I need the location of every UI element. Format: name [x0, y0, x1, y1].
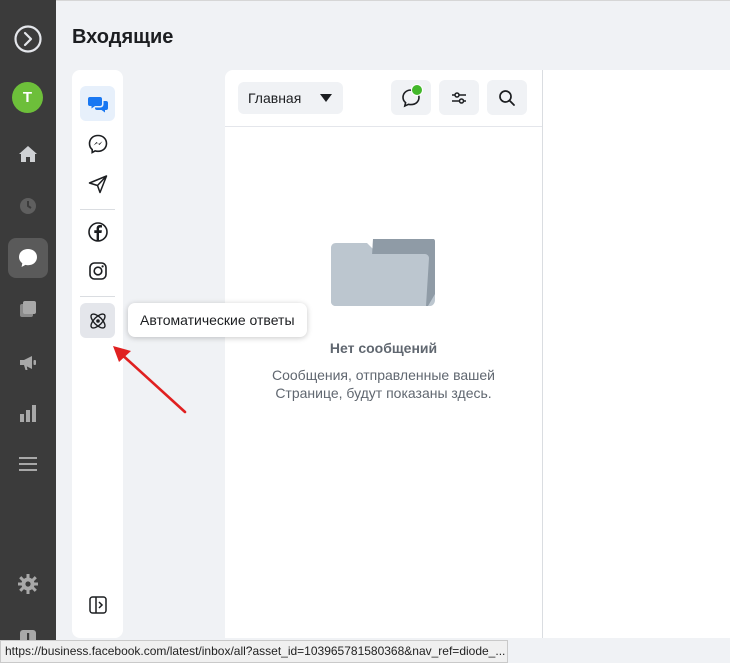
empty-state-line-2: Странице, будут показаны здесь.: [275, 385, 492, 401]
empty-state-description: Сообщения, отправленные вашей Странице, …: [225, 366, 542, 402]
insights-chart-icon[interactable]: [8, 393, 48, 433]
activity-clock-icon[interactable]: [8, 186, 48, 226]
empty-state-title: Нет сообщений: [329, 340, 438, 356]
automated-responses-icon[interactable]: [80, 303, 115, 338]
inbox-filter-dropdown[interactable]: Главная: [238, 82, 343, 114]
sliders-icon: [452, 91, 466, 104]
instagram-icon[interactable]: [80, 253, 115, 288]
empty-state-line-1: Сообщения, отправленные вашей: [272, 367, 495, 383]
dropdown-value: Главная: [248, 90, 302, 106]
settings-gear-icon[interactable]: [8, 564, 48, 604]
home-icon[interactable]: [8, 134, 48, 174]
left-nav-rail: T: [0, 0, 56, 663]
send-icon[interactable]: [80, 166, 115, 201]
annotation-arrow: [113, 346, 187, 414]
menu-icon[interactable]: [8, 444, 48, 484]
empty-folder-icon: [331, 239, 435, 306]
ads-megaphone-icon[interactable]: [8, 342, 48, 382]
meta-logo-icon[interactable]: [8, 19, 48, 59]
avatar[interactable]: T: [12, 82, 43, 113]
automated-responses-tooltip: Автоматические ответы: [128, 303, 307, 337]
search-button[interactable]: [487, 80, 527, 115]
messenger-icon[interactable]: [80, 126, 115, 161]
separator: [80, 209, 115, 210]
browser-status-url: https://business.facebook.com/latest/inb…: [0, 640, 508, 663]
top-border: [56, 0, 730, 1]
page-title: Входящие: [72, 26, 174, 48]
toolbar-divider: [225, 126, 542, 127]
content-pages-icon[interactable]: [8, 290, 48, 330]
separator: [80, 296, 115, 297]
filters-button[interactable]: [439, 80, 479, 115]
collapse-panel-icon[interactable]: [80, 587, 115, 622]
all-messages-icon[interactable]: [80, 86, 115, 121]
online-status-dot: [411, 84, 423, 96]
panel-divider: [542, 70, 543, 638]
facebook-icon[interactable]: [80, 214, 115, 249]
search-icon: [499, 89, 515, 106]
caret-down-icon: [320, 94, 332, 102]
chat-status-button[interactable]: [391, 80, 431, 115]
inbox-chat-icon[interactable]: [8, 238, 48, 278]
